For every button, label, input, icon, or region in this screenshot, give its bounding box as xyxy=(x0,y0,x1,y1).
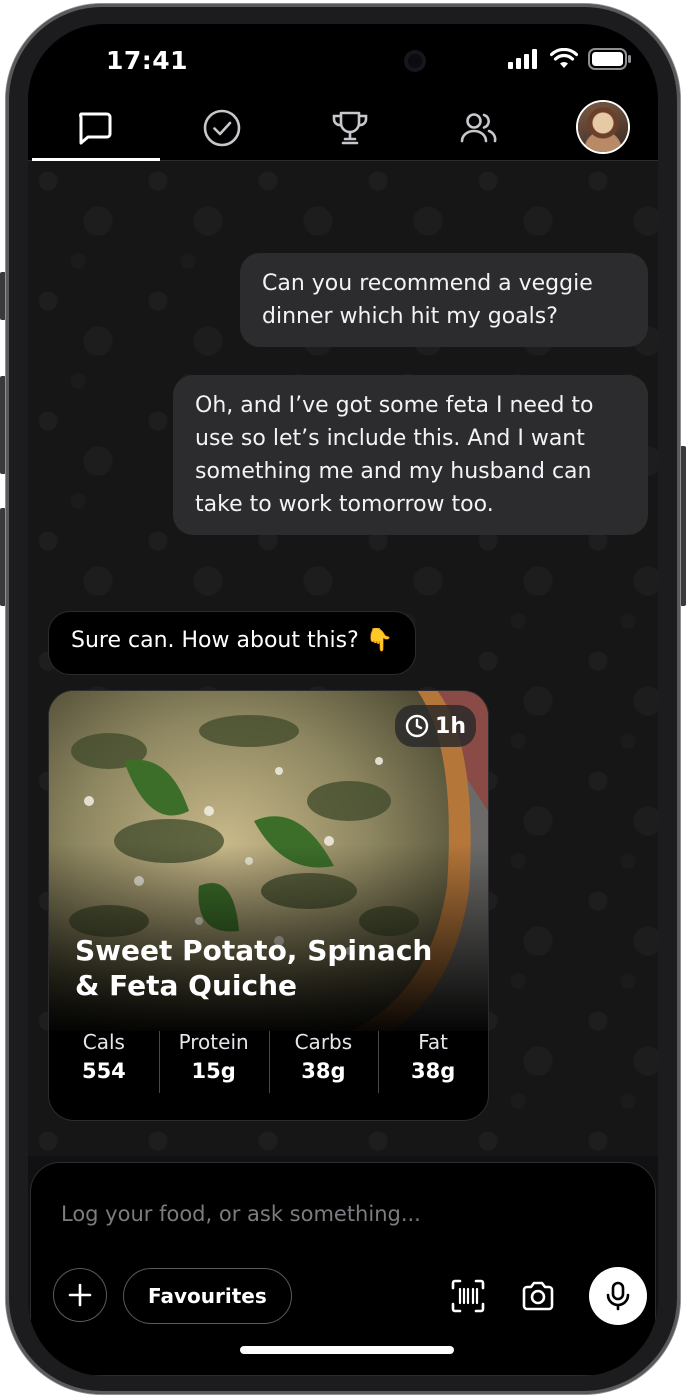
tab-chat[interactable] xyxy=(30,102,160,161)
phone-frame: 17:41 Can you recommend a veggie dinner … xyxy=(6,4,680,1394)
macro-fat: Fat 38g xyxy=(378,1027,488,1097)
macro-cals: Cals 554 xyxy=(49,1027,159,1097)
barcode-scan-icon xyxy=(451,1279,485,1313)
cook-time: 1h xyxy=(435,713,466,739)
front-camera xyxy=(404,50,426,72)
check-circle-icon xyxy=(203,109,241,147)
cook-time-badge: 1h xyxy=(395,705,476,747)
home-indicator[interactable] xyxy=(240,1346,454,1354)
screen: 17:41 Can you recommend a veggie dinner … xyxy=(28,24,658,1376)
plus-icon xyxy=(68,1283,92,1307)
people-icon xyxy=(460,113,497,143)
top-tab-bar xyxy=(28,102,658,161)
composer: Favourites xyxy=(30,1162,656,1376)
microphone-icon xyxy=(606,1281,630,1311)
voice-input-button[interactable] xyxy=(589,1267,647,1325)
chat-thread[interactable]: Can you recommend a veggie dinner which … xyxy=(28,161,658,1156)
camera-button[interactable] xyxy=(515,1273,561,1319)
chat-bubble-icon xyxy=(79,112,112,145)
recipe-title: Sweet Potato, Spinach & Feta Quiche xyxy=(75,934,433,1002)
macro-value: 15g xyxy=(191,1059,236,1083)
tab-tasks[interactable] xyxy=(158,102,286,160)
assistant-message: Sure can. How about this? 👇 xyxy=(48,611,417,675)
add-button[interactable] xyxy=(53,1268,107,1322)
status-icons xyxy=(508,48,632,70)
macro-label: Fat xyxy=(418,1030,448,1054)
macro-label: Protein xyxy=(178,1030,249,1054)
user-message: Oh, and I’ve got some feta I need to use… xyxy=(173,375,648,535)
recipe-card[interactable]: 1h Sweet Potato, Spinach & Feta Quiche C… xyxy=(48,690,489,1121)
trophy-icon xyxy=(332,111,368,145)
wifi-icon xyxy=(550,48,578,68)
status-time: 17:41 xyxy=(106,46,189,75)
message-input[interactable] xyxy=(59,1193,623,1235)
macro-value: 38g xyxy=(410,1059,456,1083)
user-message: Can you recommend a veggie dinner which … xyxy=(240,253,648,347)
macro-value: 554 xyxy=(81,1059,126,1083)
camera-icon xyxy=(522,1281,554,1311)
macro-value: 38g xyxy=(301,1059,346,1083)
macro-label: Carbs xyxy=(294,1030,353,1054)
macro-protein: Protein 15g xyxy=(158,1027,269,1097)
profile-avatar[interactable] xyxy=(578,102,628,152)
tab-community[interactable] xyxy=(414,102,542,160)
power-button xyxy=(680,446,686,606)
barcode-scan-button[interactable] xyxy=(445,1273,491,1319)
battery-icon xyxy=(588,48,631,70)
tab-achievements[interactable] xyxy=(286,102,414,160)
status-bar: 17:41 xyxy=(28,24,658,102)
signal-icon xyxy=(508,49,537,69)
macro-carbs: Carbs 38g xyxy=(268,1027,379,1097)
favourites-button[interactable]: Favourites xyxy=(123,1268,292,1324)
clock-icon xyxy=(405,714,429,738)
macros-row: Cals 554 Protein 15g Carbs 38g Fat 38g xyxy=(49,1027,488,1097)
macro-label: Cals xyxy=(82,1030,125,1054)
